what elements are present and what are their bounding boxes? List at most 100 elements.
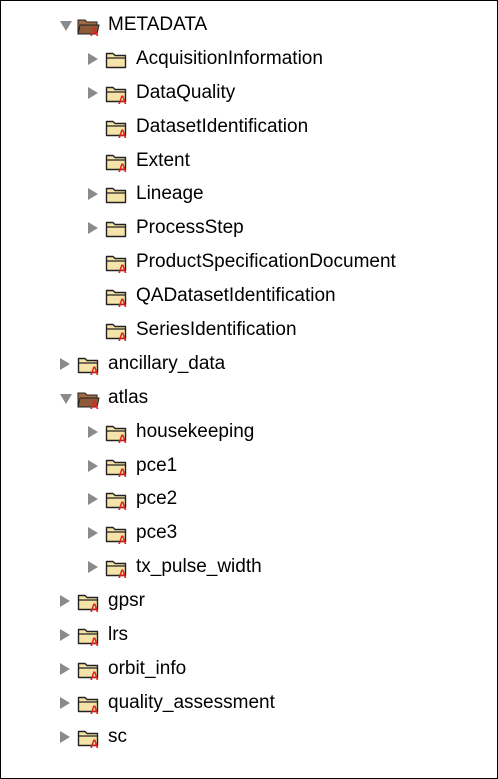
svg-text:A: A xyxy=(118,499,127,510)
folder-icon: A xyxy=(105,118,129,141)
disclosure-collapsed-icon[interactable] xyxy=(88,188,98,201)
tree-item-processstep[interactable]: ProcessStep xyxy=(1,211,497,245)
svg-text:A: A xyxy=(90,635,99,646)
folder-icon: A xyxy=(105,84,129,107)
svg-text:A: A xyxy=(118,567,127,578)
tree-item-label: orbit_info xyxy=(108,657,187,679)
disclosure-collapsed-icon[interactable] xyxy=(88,52,98,65)
disclosure-expanded-icon[interactable] xyxy=(60,393,72,404)
disclosure-collapsed-icon[interactable] xyxy=(88,561,98,574)
tree-item-extent[interactable]: A Extent xyxy=(1,144,497,178)
tree-item-datasetidentification[interactable]: A DatasetIdentification xyxy=(1,110,497,144)
tree-item-atlas[interactable]: Aatlas xyxy=(1,381,497,415)
svg-text:A: A xyxy=(118,432,127,443)
tree-item-label: tx_pulse_width xyxy=(136,556,262,578)
disclosure-collapsed-icon[interactable] xyxy=(60,629,70,642)
tree-item-label: pce3 xyxy=(136,522,178,544)
tree-item-label: housekeeping xyxy=(136,420,255,442)
folder-icon: A xyxy=(77,626,101,649)
disclosure-collapsed-icon[interactable] xyxy=(88,86,98,99)
tree-item-label: pce1 xyxy=(136,454,178,476)
folder-icon: A xyxy=(77,660,101,683)
tree-item-metadata[interactable]: A METADATA xyxy=(1,8,497,42)
svg-text:A: A xyxy=(118,93,127,104)
folder-icon: A xyxy=(105,423,129,446)
tree-item-acquisitioninformation[interactable]: AcquisitionInformation xyxy=(1,42,497,76)
svg-text:A: A xyxy=(90,364,99,375)
svg-text:A: A xyxy=(90,737,99,748)
tree-item-housekeeping[interactable]: Ahousekeeping xyxy=(1,415,497,449)
svg-text:A: A xyxy=(118,533,127,544)
svg-text:A: A xyxy=(118,262,127,273)
folder-icon: A xyxy=(77,592,101,615)
svg-text:A: A xyxy=(118,466,127,477)
svg-text:A: A xyxy=(118,161,127,172)
folder-icon xyxy=(105,50,129,70)
folder-icon: A xyxy=(105,152,129,175)
tree-item-label: METADATA xyxy=(108,14,208,35)
disclosure-collapsed-icon[interactable] xyxy=(60,696,70,709)
folder-icon: A xyxy=(77,728,101,751)
disclosure-collapsed-icon[interactable] xyxy=(88,222,98,235)
hdf-tree-view: A METADATA AcquisitionInformation A DataQual… xyxy=(1,8,497,754)
svg-text:A: A xyxy=(118,296,127,307)
tree-item-label: quality_assessment xyxy=(108,691,275,713)
tree-item-label: QADatasetIdentification xyxy=(136,285,336,307)
tree-item-label: ProductSpecificationDocument xyxy=(136,251,396,273)
disclosure-collapsed-icon[interactable] xyxy=(88,493,98,506)
tree-item-label: gpsr xyxy=(108,590,145,612)
tree-item-qadatasetidentification[interactable]: A QADatasetIdentification xyxy=(1,279,497,313)
tree-item-seriesidentification[interactable]: A SeriesIdentification xyxy=(1,313,497,347)
tree-item-label: ancillary_data xyxy=(108,352,226,374)
folder-icon: A xyxy=(105,558,129,581)
disclosure-collapsed-icon[interactable] xyxy=(60,730,70,743)
disclosure-collapsed-icon[interactable] xyxy=(60,595,70,608)
tree-item-label: Extent xyxy=(136,149,190,171)
folder-icon: A xyxy=(105,321,129,344)
tree-item-label: DataQuality xyxy=(136,81,236,103)
folder-open-icon: A xyxy=(77,16,101,39)
folder-icon: A xyxy=(105,457,129,480)
tree-item-pce1[interactable]: Apce1 xyxy=(1,449,497,483)
svg-text:A: A xyxy=(118,127,127,138)
svg-text:A: A xyxy=(90,669,99,680)
disclosure-collapsed-icon[interactable] xyxy=(88,527,98,540)
tree-item-gpsr[interactable]: Agpsr xyxy=(1,584,497,618)
tree-item-dataquality[interactable]: A DataQuality xyxy=(1,76,497,110)
folder-icon: A xyxy=(105,490,129,513)
tree-item-productspecificationdocument[interactable]: A ProductSpecificationDocument xyxy=(1,245,497,279)
disclosure-collapsed-icon[interactable] xyxy=(60,357,70,370)
folder-icon: A xyxy=(77,355,101,378)
tree-item-label: ProcessStep xyxy=(136,217,244,239)
tree-item-sc[interactable]: Asc xyxy=(1,720,497,754)
tree-item-label: Lineage xyxy=(136,183,204,205)
tree-item-tx-pulse-width[interactable]: Atx_pulse_width xyxy=(1,550,497,584)
folder-icon: A xyxy=(105,253,129,276)
folder-icon xyxy=(105,219,129,239)
tree-item-pce3[interactable]: Apce3 xyxy=(1,516,497,550)
svg-text:A: A xyxy=(90,398,99,409)
tree-item-label: atlas xyxy=(108,386,149,408)
tree-item-label: DatasetIdentification xyxy=(136,115,309,137)
folder-icon: A xyxy=(77,694,101,717)
svg-text:A: A xyxy=(90,25,99,36)
tree-item-label: lrs xyxy=(108,624,129,646)
folder-icon: A xyxy=(105,287,129,310)
disclosure-collapsed-icon[interactable] xyxy=(60,662,70,675)
tree-item-label: AcquisitionInformation xyxy=(136,47,323,69)
tree-item-label: sc xyxy=(108,725,127,747)
tree-item-ancillary-data[interactable]: Aancillary_data xyxy=(1,347,497,381)
tree-item-label: pce2 xyxy=(136,488,178,510)
svg-text:A: A xyxy=(118,330,127,341)
svg-text:A: A xyxy=(90,703,99,714)
tree-item-orbit-info[interactable]: Aorbit_info xyxy=(1,652,497,686)
file-browser-panel: A METADATA AcquisitionInformation A DataQual… xyxy=(0,0,498,779)
disclosure-collapsed-icon[interactable] xyxy=(88,459,98,472)
disclosure-collapsed-icon[interactable] xyxy=(88,425,98,438)
tree-item-label: SeriesIdentification xyxy=(136,319,297,341)
tree-item-lineage[interactable]: Lineage xyxy=(1,177,497,211)
tree-item-quality-assessment[interactable]: Aquality_assessment xyxy=(1,686,497,720)
disclosure-expanded-icon[interactable] xyxy=(60,21,72,31)
tree-item-lrs[interactable]: Alrs xyxy=(1,618,497,652)
tree-item-pce2[interactable]: Apce2 xyxy=(1,482,497,516)
